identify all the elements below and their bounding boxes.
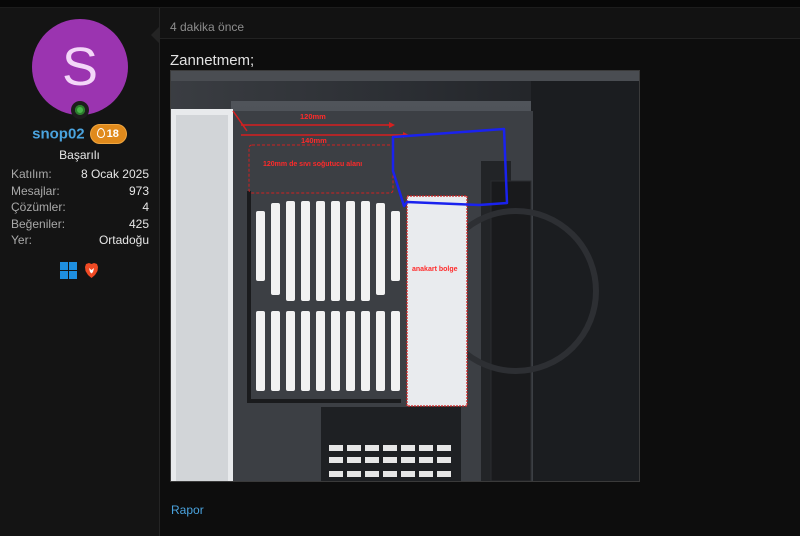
stat-row-join-date: Katılım: 8 Ocak 2025 [11, 166, 149, 183]
username-row: snop02 18 [0, 124, 159, 144]
drop-icon [96, 128, 105, 138]
os-icons [60, 262, 100, 279]
post-arrow [151, 27, 159, 43]
label-radiator-area: 120mm de sıvı soğutucu alanı [263, 161, 362, 168]
label-motherboard-area: anakart bolge [412, 266, 458, 273]
brave-browser-icon [85, 263, 98, 278]
post-text: Zannetmem; [170, 52, 255, 69]
top-strip [0, 0, 800, 8]
stat-value[interactable]: 973 [129, 183, 149, 200]
stat-label: Katılım: [11, 167, 52, 181]
stat-label: Beğeniler: [11, 216, 66, 231]
stat-value: Ortadoğu [98, 233, 149, 247]
pc-case-photo: 120mm 140mm 120mm de sıvı soğutucu alanı… [171, 71, 639, 481]
stat-row-messages: Mesajlar: 973 [11, 183, 149, 200]
stat-label: Yer: [11, 233, 32, 247]
stat-value: 8 Ocak 2025 [80, 167, 149, 181]
stat-label: Mesajlar: [11, 183, 60, 198]
rank-points: 18 [106, 128, 119, 140]
label-120mm: 120mm [300, 112, 326, 121]
post-image[interactable]: 120mm 140mm 120mm de sıvı soğutucu alanı… [170, 70, 640, 482]
user-sidebar: S snop02 18 Başarılı Katılım: 8 Ocak 2025… [0, 8, 160, 536]
stat-row-solutions: Çözümler: 4 [11, 199, 149, 216]
label-140mm: 140mm [301, 136, 327, 145]
rank-badge[interactable]: 18 [89, 124, 127, 144]
username-link[interactable]: snop02 [32, 126, 85, 143]
stat-row-likes: Beğeniler: 425 [11, 216, 149, 233]
windows-icon [60, 262, 77, 279]
post-header: 4 dakika önce [160, 8, 800, 39]
stat-value: 4 [142, 200, 149, 214]
post-timestamp[interactable]: 4 dakika önce [170, 20, 244, 34]
user-title: Başarılı [59, 148, 100, 162]
stat-label: Çözümler: [11, 200, 66, 214]
user-stats: Katılım: 8 Ocak 2025 Mesajlar: 973 Çözüm… [11, 166, 149, 249]
online-status-icon [71, 101, 89, 119]
report-link[interactable]: Rapor [171, 503, 204, 517]
stat-value: 425 [128, 216, 149, 231]
stat-row-location: Yer: Ortadoğu [11, 232, 149, 249]
